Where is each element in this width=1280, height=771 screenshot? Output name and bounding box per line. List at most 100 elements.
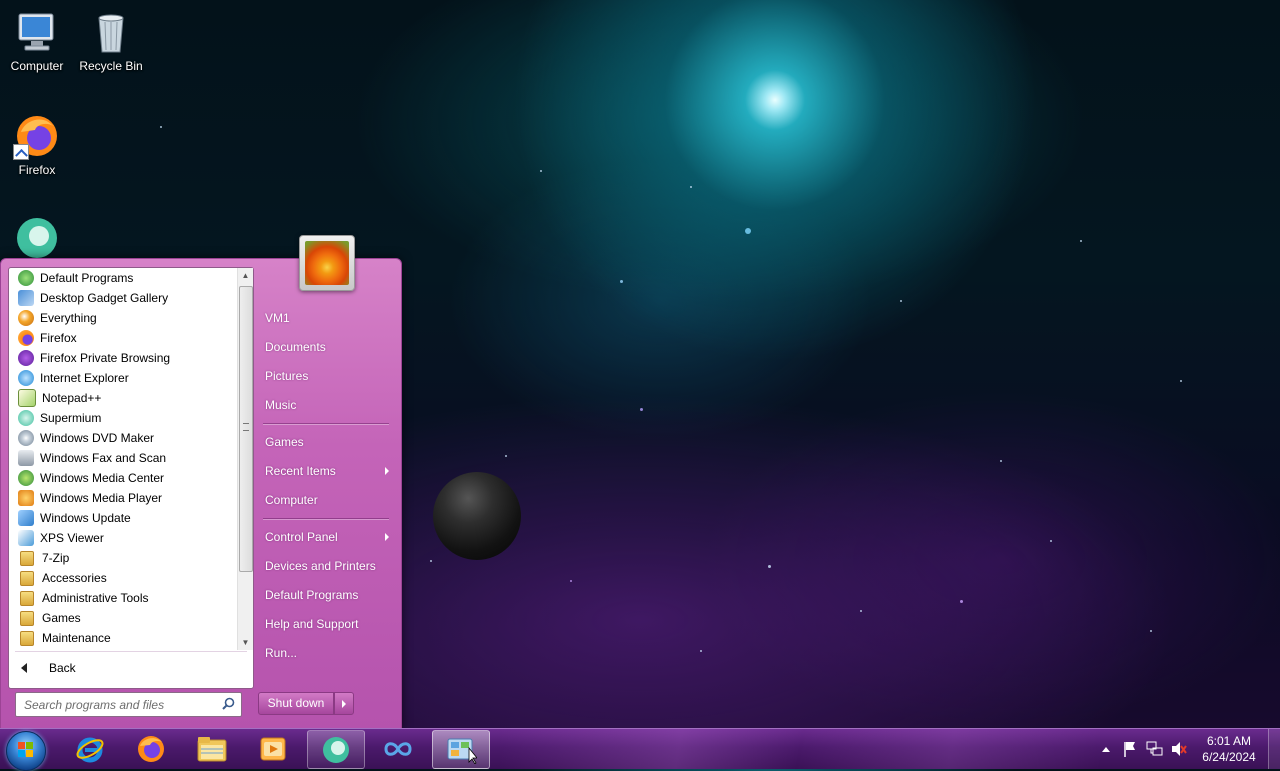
run-link[interactable]: Run... [265, 646, 297, 660]
control-panel-link[interactable]: Control Panel [265, 530, 338, 544]
start-menu: Default Programs Desktop Gadget Gallery … [0, 235, 402, 730]
list-item[interactable]: Firefox Private Browsing [9, 348, 237, 368]
internet-explorer-icon [18, 370, 34, 386]
list-item[interactable]: Default Programs [9, 268, 237, 288]
notepad-plus-icon [18, 389, 36, 407]
desktop-icon-label: Computer [10, 59, 64, 73]
program-label: XPS Viewer [40, 531, 104, 545]
list-item[interactable]: Supermium [9, 408, 237, 428]
taskbar-supermium[interactable] [307, 730, 365, 769]
shutdown-button[interactable]: Shut down [258, 692, 334, 715]
firefox-icon [18, 330, 34, 346]
taskbar-infinity-app[interactable] [370, 730, 426, 767]
taskbar-control-panel[interactable] [432, 730, 490, 769]
desktop-icon-computer[interactable]: Computer [0, 8, 74, 73]
devices-printers-link[interactable]: Devices and Printers [265, 559, 376, 573]
list-item[interactable]: Accessories [9, 568, 237, 588]
list-item[interactable]: Windows Fax and Scan [9, 448, 237, 468]
scroll-up-arrow-icon[interactable]: ▲ [238, 268, 253, 283]
computer-icon [13, 8, 61, 56]
list-item[interactable]: 7-Zip [9, 548, 237, 568]
windows-logo-icon [18, 742, 34, 758]
recent-items-link[interactable]: Recent Items [265, 464, 336, 478]
list-item[interactable]: Firefox [9, 328, 237, 348]
back-button[interactable]: Back [9, 654, 252, 682]
list-item[interactable]: XPS Viewer [9, 528, 237, 548]
back-label: Back [49, 661, 76, 675]
program-label: Firefox Private Browsing [40, 351, 171, 365]
programs-scrollbar[interactable]: ▲ ▼ [237, 268, 253, 650]
program-label: Notepad++ [42, 391, 102, 405]
computer-link[interactable]: Computer [265, 493, 318, 507]
gadget-gallery-icon [18, 290, 34, 306]
xps-viewer-icon [18, 530, 34, 546]
program-label: Default Programs [40, 271, 134, 285]
list-item[interactable]: Everything [9, 308, 237, 328]
show-desktop-button[interactable] [1268, 729, 1280, 769]
scroll-thumb[interactable] [239, 286, 253, 572]
list-item[interactable]: Windows DVD Maker [9, 428, 237, 448]
user-picture[interactable] [299, 235, 355, 291]
media-center-icon [18, 470, 34, 486]
volume-muted-icon[interactable] [1170, 729, 1188, 769]
divider [263, 518, 389, 519]
submenu-arrow-icon [385, 467, 389, 475]
show-hidden-icons-icon[interactable] [1100, 729, 1112, 769]
folder-icon [20, 610, 34, 626]
documents-link[interactable]: Documents [265, 340, 326, 354]
taskbar-file-explorer[interactable] [184, 730, 240, 767]
dvd-maker-icon [18, 430, 34, 446]
list-item[interactable]: Notepad++ [9, 388, 237, 408]
music-link[interactable]: Music [265, 398, 296, 412]
start-button[interactable] [6, 731, 46, 771]
taskbar-firefox[interactable] [123, 730, 179, 767]
divider [15, 651, 247, 652]
action-center-flag-icon[interactable] [1122, 729, 1138, 769]
desktop-icon-firefox[interactable]: Firefox [0, 112, 74, 177]
infinity-icon [384, 741, 412, 756]
program-label: Maintenance [42, 631, 111, 645]
clock-time: 6:01 AM [1206, 734, 1252, 748]
desktop-icon-recycle-bin[interactable]: Recycle Bin [74, 8, 148, 73]
file-explorer-icon [197, 736, 227, 761]
user-folder-link[interactable]: VM1 [265, 311, 290, 325]
list-item[interactable]: Maintenance [9, 628, 237, 648]
submenu-arrow-icon [385, 533, 389, 541]
list-item[interactable]: Internet Explorer [9, 368, 237, 388]
desktop-icon-label: Firefox [18, 163, 56, 177]
games-link[interactable]: Games [265, 435, 304, 449]
taskbar: 6:01 AM 6/24/2024 [0, 728, 1280, 771]
taskbar-media-player[interactable] [245, 730, 301, 767]
program-label: Accessories [42, 571, 107, 585]
network-icon[interactable] [1146, 729, 1164, 769]
folder-icon [20, 590, 34, 606]
program-label: Desktop Gadget Gallery [40, 291, 169, 305]
taskbar-internet-explorer[interactable] [62, 730, 118, 767]
search-input[interactable] [22, 696, 216, 714]
scroll-down-arrow-icon[interactable]: ▼ [238, 635, 253, 650]
folder-icon [20, 630, 34, 646]
list-item[interactable]: Administrative Tools [9, 588, 237, 608]
control-panel-icon [447, 738, 477, 764]
flower-icon [305, 241, 349, 285]
planet-graphic [433, 472, 521, 560]
list-item[interactable]: Windows Media Player [9, 488, 237, 508]
help-support-link[interactable]: Help and Support [265, 617, 358, 631]
list-item[interactable]: Games [9, 608, 237, 628]
divider [263, 423, 389, 424]
default-programs-link[interactable]: Default Programs [265, 588, 358, 602]
supermium-icon [13, 214, 61, 262]
pictures-link[interactable]: Pictures [265, 369, 308, 383]
list-item[interactable]: Windows Update [9, 508, 237, 528]
fax-scan-icon [18, 450, 34, 466]
list-item[interactable]: Desktop Gadget Gallery [9, 288, 237, 308]
shortcut-arrow-icon [13, 144, 29, 160]
shutdown-options-arrow-icon[interactable] [334, 692, 354, 715]
taskbar-clock[interactable]: 6:01 AM 6/24/2024 [1194, 733, 1264, 765]
search-icon[interactable] [222, 697, 235, 710]
grip-icon [243, 423, 249, 431]
internet-explorer-icon [76, 737, 104, 762]
program-label: Everything [40, 311, 97, 325]
default-programs-icon [18, 270, 34, 286]
list-item[interactable]: Windows Media Center [9, 468, 237, 488]
